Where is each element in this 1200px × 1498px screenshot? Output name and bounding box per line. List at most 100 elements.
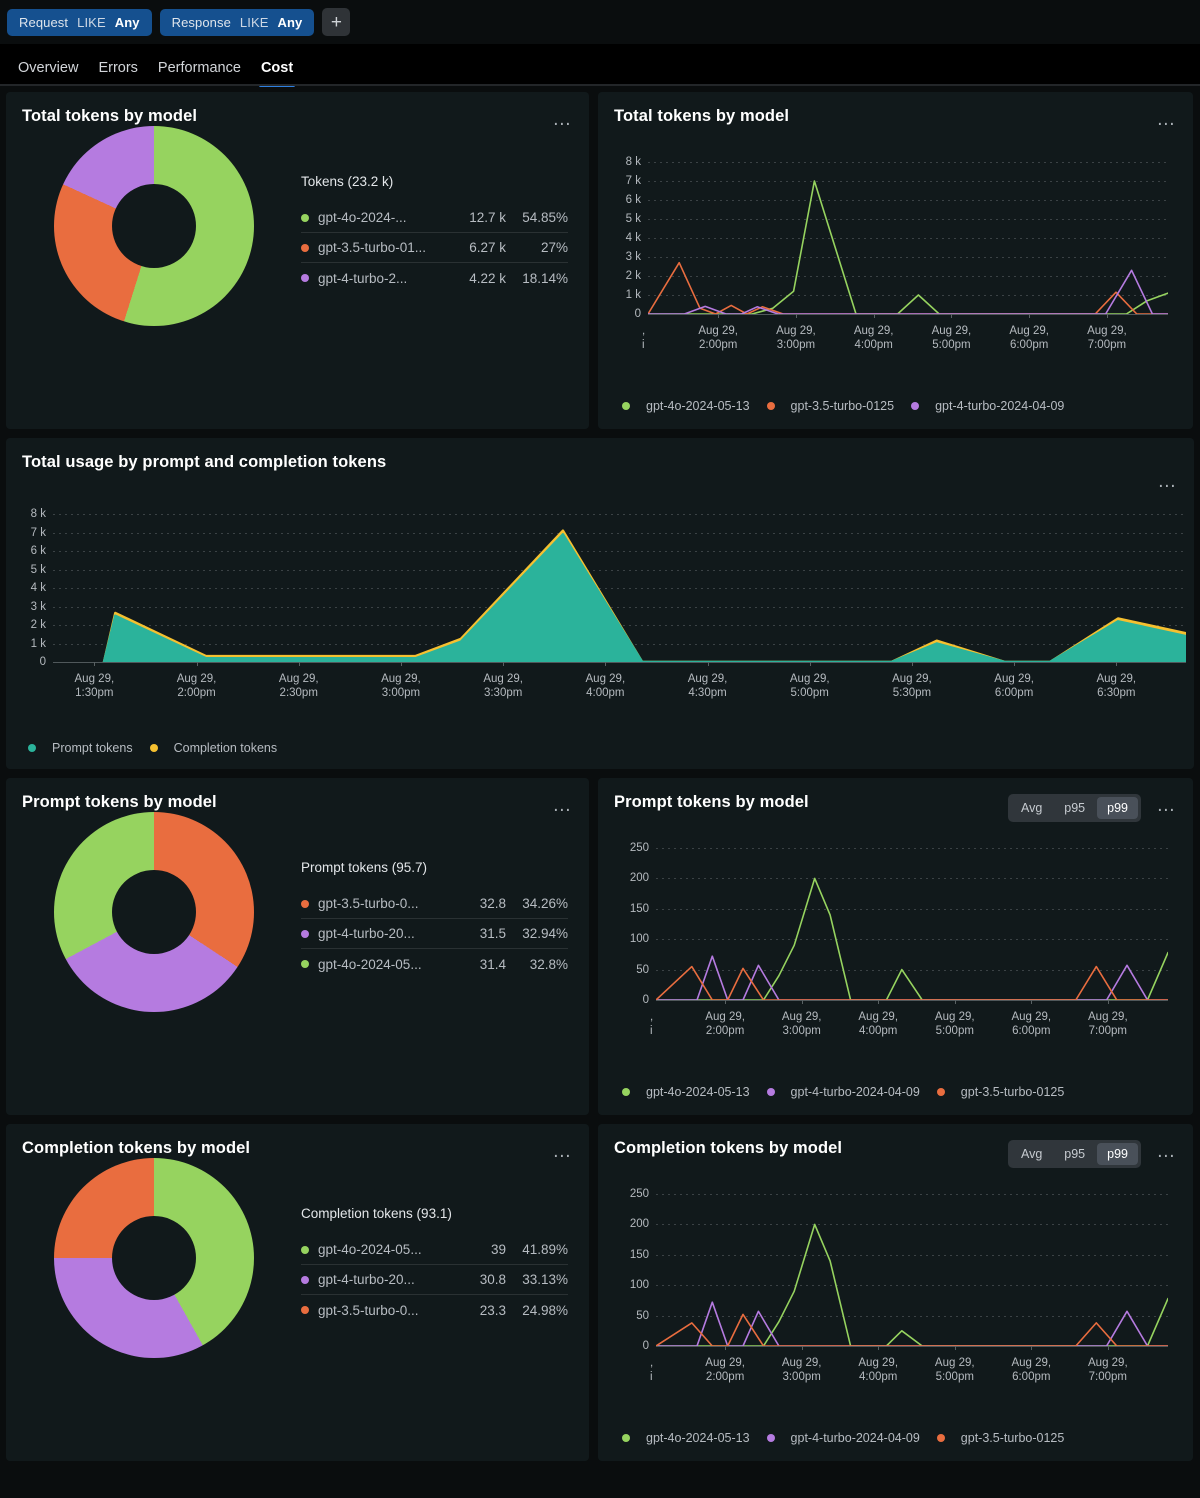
legend-row[interactable]: gpt-4-turbo-20... 31.5 32.94% <box>301 919 568 949</box>
legend-series-name: gpt-4-turbo-20... <box>318 1272 415 1287</box>
stat-toggle-group[interactable]: Avg p95 p99 <box>1007 794 1141 822</box>
x-axis-line <box>648 314 1168 315</box>
panel-menu-button[interactable]: … <box>1156 110 1177 129</box>
panel-total-usage: Total usage by prompt and completion tok… <box>6 438 1194 769</box>
filter-pill-response[interactable]: Response LIKE Any <box>159 8 315 36</box>
stat-option-p99[interactable]: p99 <box>1097 1143 1138 1165</box>
chart-legend-item[interactable]: gpt-4o-2024-05-13 <box>622 1431 750 1445</box>
tab-errors[interactable]: Errors <box>88 60 147 86</box>
legend-value: 31.5 <box>479 926 506 941</box>
area-chart-total-usage[interactable]: 0 1 k 2 k 3 k 4 k 5 k 6 k 7 k 8 k Aug 29, 1:30pm Au… <box>31 508 1186 699</box>
line-chart-total-tokens[interactable]: 0 1 k 2 k 3 k 4 k 5 k 6 k 7 k 8 k Aug 29, 2:00pm Au… <box>626 156 1168 351</box>
chart-legend-item[interactable]: gpt-4-turbo-2024-04-09 <box>766 1431 920 1445</box>
legend-row[interactable]: gpt-4-turbo-2... 4.22 k 18.14% <box>301 263 568 293</box>
series-color-dot <box>936 1434 945 1442</box>
y-axis-tick-label: 6 k <box>625 194 641 206</box>
series-color-dot <box>911 402 920 410</box>
donut-ring <box>53 812 254 1012</box>
legend-row[interactable]: gpt-4o-2024-05... 31.4 32.8% <box>301 949 568 979</box>
chart-legend-label: gpt-4-turbo-2024-04-09 <box>935 399 1065 413</box>
x-axis-tick-label: Aug 29, 7:00pm <box>1087 325 1127 351</box>
legend-row[interactable]: gpt-4o-2024-... 12.7 k 54.85% <box>301 203 568 233</box>
legend-series-name: gpt-4o-2024-05... <box>318 1242 422 1257</box>
tab-performance[interactable]: Performance <box>148 60 251 86</box>
legend-row[interactable]: gpt-3.5-turbo-0... 32.8 34.26% <box>301 889 568 919</box>
panel-menu-button[interactable]: … <box>552 796 573 815</box>
panel-menu-button[interactable]: … <box>552 110 573 129</box>
x-tick-mark <box>718 314 720 318</box>
x-axis-tick-label: Aug 29, 3:30pm <box>483 673 523 699</box>
series-plot <box>102 529 1186 662</box>
x-axis-tick-label: Aug 29, 5:00pm <box>931 325 972 351</box>
stat-option-avg[interactable]: Avg <box>1011 797 1052 819</box>
x-tick-mark <box>878 1000 880 1004</box>
chart-legend-item[interactable]: gpt-3.5-turbo-0125 <box>936 1085 1064 1099</box>
x-axis-tick-label: Aug 29, 4:00pm <box>858 1011 899 1037</box>
panel-menu-button[interactable]: … <box>552 1142 573 1161</box>
stat-option-p99[interactable]: p99 <box>1097 797 1138 819</box>
legend-row[interactable]: gpt-3.5-turbo-01... 6.27 k 27% <box>301 233 568 263</box>
y-axis-tick-label: 8 k <box>30 508 46 520</box>
stat-option-p95[interactable]: p95 <box>1054 1143 1095 1165</box>
legend-value: 12.7 k <box>469 210 506 225</box>
filter-operator: LIKE <box>77 14 106 30</box>
legend-row[interactable]: gpt-4-turbo-20... 30.8 33.13% <box>301 1265 568 1295</box>
chart-legend-item[interactable]: gpt-3.5-turbo-0125 <box>766 399 894 413</box>
x-tick-mark <box>1107 1000 1109 1004</box>
legend-percent: 24.98% <box>522 1302 568 1318</box>
x-axis-line <box>656 1000 1168 1001</box>
x-tick-mark <box>795 314 797 318</box>
legend-row[interactable]: gpt-3.5-turbo-0... 23.3 24.98% <box>301 1295 568 1325</box>
chart-legend-item[interactable]: gpt-4-turbo-2024-04-09 <box>911 399 1064 413</box>
chart-legend-label: gpt-3.5-turbo-0125 <box>960 1431 1065 1445</box>
y-axis-tick-label: 50 <box>636 963 649 976</box>
stat-toggle-group[interactable]: Avg p95 p99 <box>1007 1140 1141 1168</box>
stat-option-p95[interactable]: p95 <box>1054 797 1095 819</box>
chart-legend-item[interactable]: gpt-4-turbo-2024-04-09 <box>766 1085 920 1099</box>
chart-legend-label: gpt-4o-2024-05-13 <box>646 1085 750 1099</box>
legend-series-name: gpt-3.5-turbo-01... <box>318 240 427 255</box>
tab-cost[interactable]: Cost <box>251 60 303 87</box>
legend-value: 23.3 <box>479 1302 506 1318</box>
panel-completion-tokens-donut: Completion tokens by model … Completion … <box>6 1124 589 1461</box>
panel-menu-button[interactable]: … <box>1156 1142 1177 1161</box>
tab-overview[interactable]: Overview <box>8 60 88 86</box>
donut-chart-completion-tokens <box>6 1158 301 1358</box>
filter-value: Any <box>114 14 140 30</box>
chart-legend-item[interactable]: gpt-4o-2024-05-13 <box>622 399 750 413</box>
line-chart-completion-tokens[interactable]: 0 50 100 150 200 250 Aug 29, 2:00pm Aug 29, 3:00p… <box>630 1188 1168 1383</box>
x-axis-tick-label: Aug 29, 7:00pm <box>1088 1011 1128 1037</box>
x-tick-mark <box>951 314 953 318</box>
chart-legend-item[interactable]: Completion tokens <box>149 741 277 755</box>
y-axis-tick-label: 200 <box>629 1218 649 1231</box>
chart-legend-item[interactable]: gpt-4o-2024-05-13 <box>622 1085 750 1099</box>
x-axis-tick-label: Aug 29, 2:30pm <box>278 673 319 699</box>
add-filter-button[interactable]: + <box>322 8 351 36</box>
filter-pill-request[interactable]: Request LIKE Any <box>7 8 152 36</box>
x-axis-tick-label: Aug 29, 2:00pm <box>698 325 739 351</box>
y-axis-tick-label: 100 <box>629 1279 649 1292</box>
series-color-dot <box>301 960 309 968</box>
chart-legend: Prompt tokens Completion tokens <box>28 741 277 755</box>
stat-option-avg[interactable]: Avg <box>1011 1143 1052 1165</box>
series-color-dot <box>28 744 36 752</box>
panel-prompt-tokens-timeseries: Prompt tokens by model Avg p95 p99 … 0 50 10… <box>598 778 1193 1115</box>
panel-menu-button[interactable]: … <box>1157 472 1178 491</box>
x-tick-mark <box>1031 1000 1033 1004</box>
donut-legend-table: Completion tokens (93.1) gpt-4o-2024-05.… <box>301 1158 576 1325</box>
x-axis-tick-label: Aug 29, 6:00pm <box>1011 1011 1052 1037</box>
y-axis-tick-label: 7 k <box>30 526 46 539</box>
panel-grid: Total tokens by model … Tokens (23.2 k) … <box>0 86 1200 1467</box>
x-axis-tick-label: Aug 29, 5:30pm <box>892 673 932 699</box>
line-chart-prompt-tokens[interactable]: 0 50 100 150 200 250 Aug 29, 2:00pm Aug 29, 3:00p… <box>630 842 1168 1037</box>
legend-series-name: gpt-3.5-turbo-0... <box>318 896 419 911</box>
x-axis-tick-label: Aug 29, 6:00pm <box>994 673 1034 699</box>
x-tick-mark <box>801 1000 803 1004</box>
series-color-dot <box>301 1245 309 1254</box>
panel-menu-button[interactable]: … <box>1156 796 1177 815</box>
chart-legend-item[interactable]: gpt-3.5-turbo-0125 <box>936 1431 1065 1445</box>
chart-legend-item[interactable]: Prompt tokens <box>28 741 133 755</box>
y-axis-tick-label: 5 k <box>625 213 641 225</box>
legend-row[interactable]: gpt-4o-2024-05... 39 41.89% <box>301 1235 568 1265</box>
legend-series-name: gpt-4-turbo-2... <box>318 270 408 286</box>
